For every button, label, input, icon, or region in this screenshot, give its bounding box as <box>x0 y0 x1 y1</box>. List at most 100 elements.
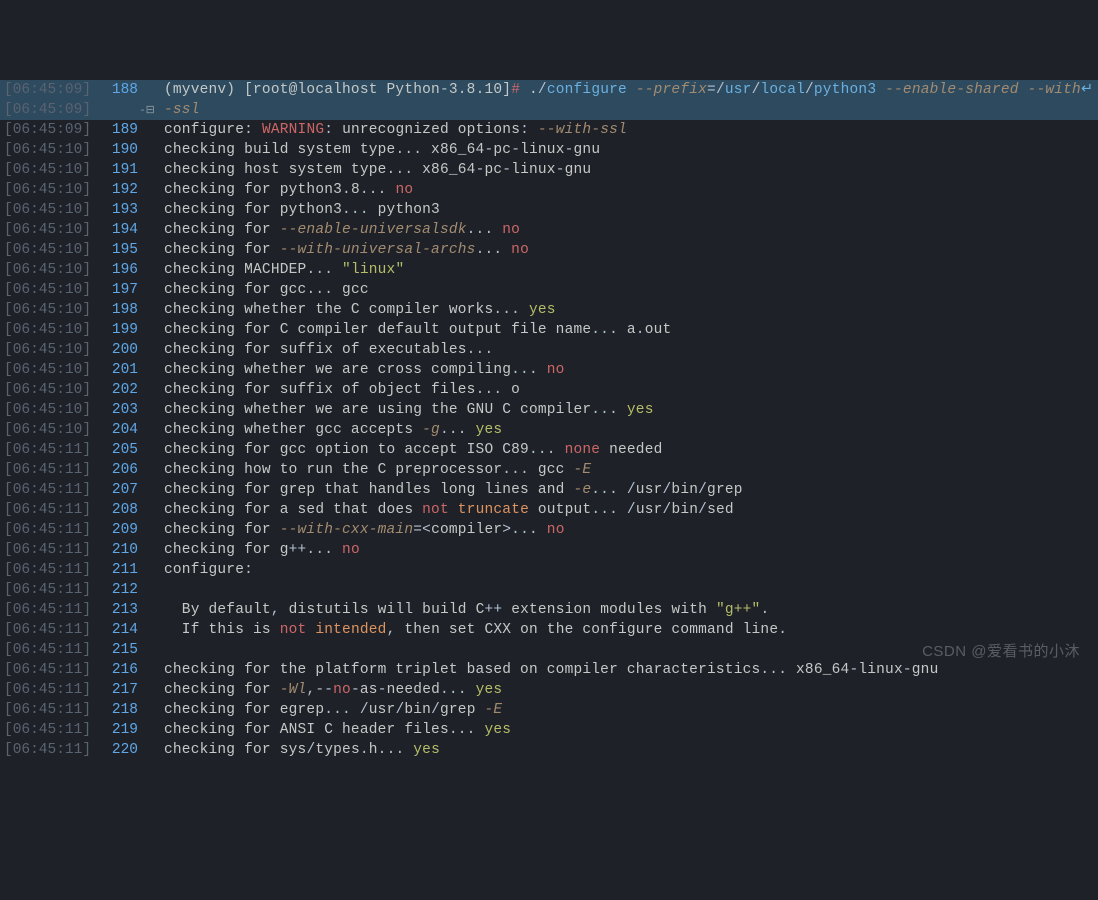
line-text[interactable]: checking for g++... no <box>156 540 1098 560</box>
log-line[interactable]: [06:45:11]219checking for ANSI C header … <box>0 720 1098 740</box>
line-text[interactable]: checking whether we are cross compiling.… <box>156 360 1098 380</box>
log-line[interactable]: [06:45:11]211configure: <box>0 560 1098 580</box>
line-text[interactable]: (myvenv) [root@localhost Python-3.8.10]#… <box>156 80 1098 100</box>
line-text[interactable]: checking for python3... python3 <box>156 200 1098 220</box>
line-text[interactable]: checking for -Wl,--no-as-needed... yes <box>156 680 1098 700</box>
log-line[interactable]: [06:45:11]208checking for a sed that doe… <box>0 500 1098 520</box>
timestamp: [06:45:10] <box>0 320 98 340</box>
line-text[interactable]: checking for ANSI C header files... yes <box>156 720 1098 740</box>
log-line[interactable]: [06:45:10]196 checking MACHDEP... "linux" <box>0 260 1098 280</box>
timestamp: [06:45:11] <box>0 480 98 500</box>
log-line[interactable]: [06:45:10]200 checking for suffix of exec… <box>0 340 1098 360</box>
line-text[interactable]: checking for --with-universal-archs... n… <box>156 240 1098 260</box>
log-line[interactable]: [06:45:11]220checking for sys/types.h...… <box>0 740 1098 760</box>
timestamp: [06:45:11] <box>0 520 98 540</box>
log-line[interactable]: [06:45:10]204checking whether gcc accept… <box>0 420 1098 440</box>
timestamp: [06:45:11] <box>0 580 98 600</box>
log-line[interactable]: [06:45:10]191checking host system type..… <box>0 160 1098 180</box>
fold-gutter[interactable]: -⊟ <box>138 100 156 121</box>
log-line[interactable]: [06:45:10]195checking for --with-univers… <box>0 240 1098 260</box>
timestamp: [06:45:10] <box>0 340 98 360</box>
line-number: 192 <box>98 180 138 200</box>
line-number: 190 <box>98 140 138 160</box>
timestamp: [06:45:10] <box>0 300 98 320</box>
log-line[interactable]: [06:45:11]213 By default, distutils will… <box>0 600 1098 620</box>
log-line[interactable]: [06:45:11]218checking for egrep... /usr/… <box>0 700 1098 720</box>
line-number: 214 <box>98 620 138 640</box>
log-line[interactable]: [06:45:11]205checking for gcc option to … <box>0 440 1098 460</box>
log-line[interactable]: [06:45:10]192 checking for python3.8... n… <box>0 180 1098 200</box>
line-text[interactable]: checking whether we are using the GNU C … <box>156 400 1098 420</box>
line-number: 209 <box>98 520 138 540</box>
line-number: 204 <box>98 420 138 440</box>
timestamp: [06:45:10] <box>0 260 98 280</box>
log-line[interactable]: [06:45:11]206 checking how to run the C p… <box>0 460 1098 480</box>
line-text[interactable]: checking for --with-cxx-main=<compiler>.… <box>156 520 1098 540</box>
log-line[interactable]: [06:45:11]209 checking for --with-cxx-mai… <box>0 520 1098 540</box>
timestamp: [06:45:11] <box>0 720 98 740</box>
line-text[interactable]: checking for gcc... gcc <box>156 280 1098 300</box>
line-number: 207 <box>98 480 138 500</box>
log-line[interactable]: [06:45:11]212 <box>0 580 1098 600</box>
log-line[interactable]: [06:45:10]199checking for C compiler def… <box>0 320 1098 340</box>
log-line[interactable]: [06:45:10]190 checking build system type.… <box>0 140 1098 160</box>
line-text[interactable]: checking for python3.8... no <box>156 180 1098 200</box>
line-number: 196 <box>98 260 138 280</box>
line-text[interactable]: checking MACHDEP... "linux" <box>156 260 1098 280</box>
line-text[interactable]: checking for a sed that does not truncat… <box>156 500 1098 520</box>
line-text[interactable]: checking for suffix of executables... <box>156 340 1098 360</box>
line-number: 194 <box>98 220 138 240</box>
line-text[interactable]: checking whether gcc accepts -g... yes <box>156 420 1098 440</box>
timestamp: [06:45:10] <box>0 140 98 160</box>
log-line[interactable]: [06:45:09]188(myvenv) [root@localhost Py… <box>0 80 1098 100</box>
line-text[interactable]: checking for egrep... /usr/bin/grep -E <box>156 700 1098 720</box>
line-text[interactable]: checking for C compiler default output f… <box>156 320 1098 340</box>
timestamp: [06:45:11] <box>0 560 98 580</box>
line-text[interactable]: checking for grep that handles long line… <box>156 480 1098 500</box>
log-line[interactable]: [06:45:11]214 If this is not intended, t… <box>0 620 1098 640</box>
line-number: 200 <box>98 340 138 360</box>
line-text[interactable]: checking for sys/types.h... yes <box>156 740 1098 760</box>
line-text[interactable]: checking for suffix of object files... o <box>156 380 1098 400</box>
timestamp: [06:45:11] <box>0 700 98 720</box>
line-number: 193 <box>98 200 138 220</box>
line-text[interactable]: checking for --enable-universalsdk... no <box>156 220 1098 240</box>
line-text[interactable]: checking for gcc option to accept ISO C8… <box>156 440 1098 460</box>
log-line[interactable]: [06:45:09]-⊟-ssl <box>0 100 1098 120</box>
line-number: 220 <box>98 740 138 760</box>
line-text[interactable]: -ssl <box>156 100 1098 120</box>
fold-icon[interactable]: -⊟ <box>139 105 155 117</box>
timestamp: [06:45:10] <box>0 180 98 200</box>
line-number: 206 <box>98 460 138 480</box>
line-text[interactable]: configure: WARNING: unrecognized options… <box>156 120 1098 140</box>
timestamp: [06:45:10] <box>0 240 98 260</box>
line-text[interactable]: checking how to run the C preprocessor..… <box>156 460 1098 480</box>
log-line[interactable]: [06:45:10]194checking for --enable-unive… <box>0 220 1098 240</box>
log-line[interactable]: [06:45:10]201checking whether we are cro… <box>0 360 1098 380</box>
log-line[interactable]: [06:45:10]193checking for python3... pyt… <box>0 200 1098 220</box>
line-number: 202 <box>98 380 138 400</box>
log-line[interactable]: [06:45:10]203checking whether we are usi… <box>0 400 1098 420</box>
log-line[interactable]: [06:45:10]198 checking whether the C comp… <box>0 300 1098 320</box>
line-text[interactable]: checking host system type... x86_64-pc-l… <box>156 160 1098 180</box>
log-line[interactable]: [06:45:11]217checking for -Wl,--no-as-ne… <box>0 680 1098 700</box>
line-text[interactable]: configure: <box>156 560 1098 580</box>
line-number: 205 <box>98 440 138 460</box>
line-number: 198 <box>98 300 138 320</box>
log-line[interactable]: [06:45:11]207 checking for grep that hand… <box>0 480 1098 500</box>
log-line[interactable]: [06:45:10]202checking for suffix of obje… <box>0 380 1098 400</box>
line-text[interactable]: checking whether the C compiler works...… <box>156 300 1098 320</box>
log-line[interactable]: [06:45:11]216checking for the platform t… <box>0 660 1098 680</box>
line-text[interactable]: checking build system type... x86_64-pc-… <box>156 140 1098 160</box>
log-line[interactable]: [06:45:09]189configure: WARNING: unrecog… <box>0 120 1098 140</box>
line-number: 210 <box>98 540 138 560</box>
line-text[interactable]: By default, distutils will build C++ ext… <box>156 600 1098 620</box>
timestamp: [06:45:11] <box>0 540 98 560</box>
line-text[interactable]: checking for the platform triplet based … <box>156 660 1098 680</box>
line-text[interactable]: If this is not intended, then set CXX on… <box>156 620 1098 640</box>
log-line[interactable]: [06:45:10]197checking for gcc... gcc <box>0 280 1098 300</box>
line-number: 201 <box>98 360 138 380</box>
log-line[interactable]: [06:45:11]210 checking for g++... no <box>0 540 1098 560</box>
timestamp: [06:45:11] <box>0 680 98 700</box>
timestamp: [06:45:11] <box>0 460 98 480</box>
